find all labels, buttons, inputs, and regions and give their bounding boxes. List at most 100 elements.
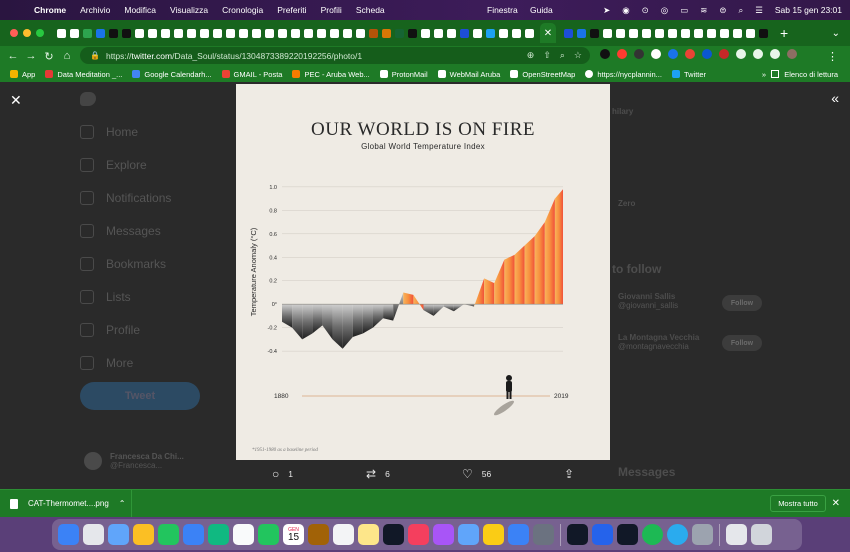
account-switcher[interactable]: Francesca Da Chi... @Francesca... bbox=[84, 452, 184, 470]
tab-favicon[interactable] bbox=[57, 28, 66, 38]
menu-visualizza[interactable]: Visualizza bbox=[170, 5, 208, 15]
music-icon[interactable] bbox=[408, 524, 429, 545]
tab-favicon[interactable] bbox=[577, 28, 586, 38]
calendar-icon[interactable]: GEN 15 bbox=[283, 524, 304, 545]
like-button[interactable]: ♡ 56 bbox=[462, 467, 491, 481]
tab-favicon[interactable] bbox=[109, 28, 118, 38]
tab-favicon[interactable] bbox=[382, 28, 391, 38]
battery-icon[interactable]: ▭ bbox=[680, 5, 688, 16]
reading-list[interactable]: Elenco di lettura bbox=[771, 70, 838, 79]
nav-messages[interactable]: Messages bbox=[80, 224, 161, 238]
lock-icon[interactable]: 🔒 bbox=[90, 51, 100, 60]
bookmark-gmail[interactable]: GMAIL - Posta bbox=[221, 70, 282, 79]
wifi-icon[interactable]: ≋ bbox=[700, 5, 707, 16]
extension-icon[interactable] bbox=[617, 49, 627, 59]
preview-icon[interactable] bbox=[692, 524, 713, 545]
menu-profili[interactable]: Profili bbox=[321, 5, 342, 15]
tab-favicon[interactable] bbox=[564, 28, 573, 38]
menu-modifica[interactable]: Modifica bbox=[124, 5, 156, 15]
podcasts-icon[interactable] bbox=[433, 524, 454, 545]
tab-favicon[interactable] bbox=[187, 28, 196, 38]
close-photo-icon[interactable]: ✕ bbox=[10, 92, 22, 109]
tab-favicon[interactable] bbox=[83, 28, 92, 38]
tab-favicon[interactable] bbox=[486, 28, 495, 38]
telegram-status-icon[interactable]: ➤ bbox=[603, 5, 610, 16]
user-status-icon[interactable]: ◎ bbox=[661, 5, 668, 16]
tab-favicon[interactable] bbox=[512, 28, 521, 38]
download-item[interactable]: CAT-Thermomet....png ⌃ bbox=[10, 489, 132, 518]
tab-favicon[interactable] bbox=[746, 28, 755, 38]
photos-icon[interactable] bbox=[233, 524, 254, 545]
nav-lists[interactable]: Lists bbox=[80, 290, 131, 304]
tab-favicon[interactable] bbox=[681, 28, 690, 38]
extensions-puzzle-icon[interactable] bbox=[736, 49, 746, 59]
close-shelf-icon[interactable]: ✕ bbox=[832, 498, 840, 509]
sidebar-icon[interactable] bbox=[770, 49, 780, 59]
chrome-icon[interactable] bbox=[133, 524, 154, 545]
tab-favicon[interactable] bbox=[70, 28, 79, 38]
tab-favicon[interactable] bbox=[408, 28, 417, 38]
numbers-icon[interactable] bbox=[458, 524, 479, 545]
chrome-menu-icon[interactable]: ⋮ bbox=[827, 50, 838, 63]
bookmark-pec-aruba[interactable]: PEC - Aruba Web... bbox=[292, 70, 370, 79]
upload-status-icon[interactable]: ⊙ bbox=[642, 5, 649, 16]
tab-favicon[interactable] bbox=[174, 28, 183, 38]
reply-button[interactable]: ○ 1 bbox=[272, 467, 293, 481]
tab-favicon[interactable] bbox=[161, 28, 170, 38]
tab-favicon[interactable] bbox=[304, 28, 313, 38]
tab-favicon[interactable] bbox=[96, 28, 105, 38]
finder-icon[interactable] bbox=[58, 524, 79, 545]
tab-favicon[interactable] bbox=[629, 28, 638, 38]
tab-favicon[interactable] bbox=[213, 28, 222, 38]
new-tab-plus-icon[interactable]: + bbox=[780, 25, 788, 41]
reminders-icon[interactable] bbox=[333, 524, 354, 545]
mail-icon[interactable] bbox=[183, 524, 204, 545]
trash-icon[interactable] bbox=[751, 524, 772, 545]
bookmark-twitter[interactable]: Twitter bbox=[671, 70, 706, 79]
playback-status-icon[interactable]: ◉ bbox=[622, 5, 629, 16]
tab-favicon[interactable] bbox=[434, 28, 443, 38]
tab-favicon[interactable] bbox=[499, 28, 508, 38]
tab-favicon[interactable] bbox=[265, 28, 274, 38]
suggested-account[interactable]: La Montagna Vecchia @montagnavecchia bbox=[618, 333, 699, 351]
downloads-stack-icon[interactable] bbox=[726, 524, 747, 545]
menu-preferiti[interactable]: Preferiti bbox=[277, 5, 306, 15]
expand-sidebar-icon[interactable]: « bbox=[831, 90, 839, 106]
tab-favicon[interactable] bbox=[252, 28, 261, 38]
bookmark-star-icon[interactable]: ☆ bbox=[574, 50, 582, 61]
install-app-icon[interactable]: ⊕ bbox=[527, 50, 535, 61]
extension-icon[interactable] bbox=[685, 49, 695, 59]
nav-explore[interactable]: Explore bbox=[80, 158, 147, 172]
app-store-icon[interactable] bbox=[508, 524, 529, 545]
tab-favicon[interactable] bbox=[616, 28, 625, 38]
nav-profile[interactable]: Profile bbox=[80, 323, 140, 337]
zoom-window-icon[interactable] bbox=[36, 29, 44, 37]
tab-favicon[interactable] bbox=[733, 28, 742, 38]
tab-favicon[interactable] bbox=[278, 28, 287, 38]
tweet-button[interactable]: Tweet bbox=[80, 382, 200, 410]
bookmark-webmail-aruba[interactable]: WebMail Aruba bbox=[437, 70, 500, 79]
tab-favicon[interactable] bbox=[395, 28, 404, 38]
extension-icon[interactable] bbox=[719, 49, 729, 59]
tab-favicon[interactable] bbox=[291, 28, 300, 38]
download-options-chevron-icon[interactable]: ⌃ bbox=[119, 499, 126, 508]
extension-icon[interactable] bbox=[651, 49, 661, 59]
suggested-account[interactable]: Giovanni Sallis @giovanni_sallis bbox=[618, 292, 678, 310]
tab-favicon[interactable] bbox=[525, 28, 534, 38]
tab-favicon[interactable] bbox=[720, 28, 729, 38]
tab-favicon[interactable] bbox=[343, 28, 352, 38]
spotify-icon[interactable] bbox=[642, 524, 663, 545]
menu-scheda[interactable]: Scheda bbox=[356, 5, 385, 15]
notification-center-icon[interactable]: ☰ bbox=[755, 5, 763, 16]
active-tab-close-icon[interactable]: ✕ bbox=[540, 23, 556, 43]
tab-favicon[interactable] bbox=[317, 28, 326, 38]
bookmarks-overflow-icon[interactable]: » bbox=[762, 70, 766, 79]
bookmark-google-calendar[interactable]: Google Calendarh... bbox=[132, 70, 212, 79]
activity-monitor-icon[interactable] bbox=[567, 524, 588, 545]
safari-icon[interactable] bbox=[108, 524, 129, 545]
telegram-icon[interactable] bbox=[667, 524, 688, 545]
share-button[interactable]: ⇪ bbox=[564, 467, 583, 481]
tab-favicon[interactable] bbox=[668, 28, 677, 38]
reload-icon[interactable]: ↻ bbox=[40, 50, 58, 63]
tab-favicon[interactable] bbox=[460, 28, 469, 38]
